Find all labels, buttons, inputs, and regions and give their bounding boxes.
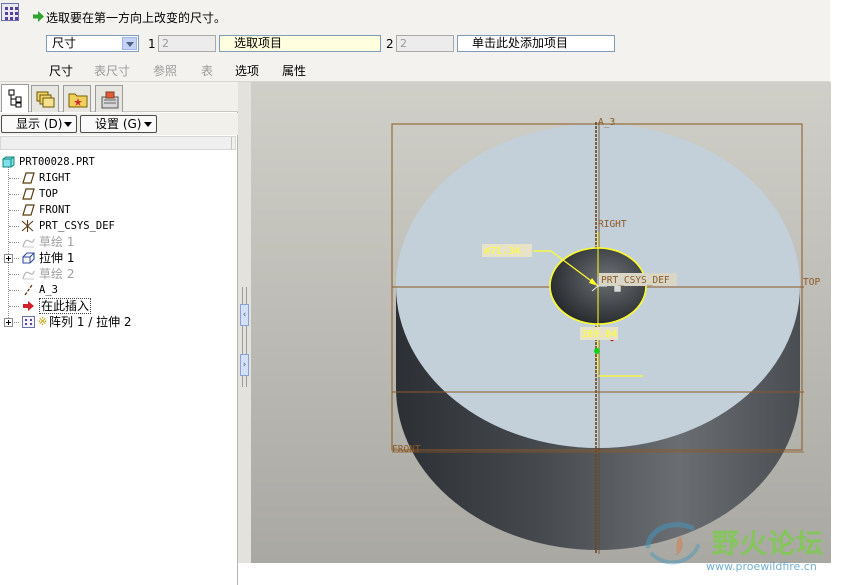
tab-layers[interactable] <box>31 85 59 112</box>
settings-button[interactable]: 设置 (G) <box>80 115 157 133</box>
expand-right-arrow-icon[interactable]: › <box>240 354 249 376</box>
favorites-icon <box>101 91 119 109</box>
tree-item-label: FRONT <box>39 204 71 216</box>
tree-item-front[interactable]: FRONT <box>0 202 236 218</box>
show-button[interactable]: 显示 (D) <box>1 115 77 133</box>
direction2-index: 2 <box>386 37 394 51</box>
datum-label-front: FRONT <box>392 444 421 455</box>
direction1-collector[interactable]: 选取项目 <box>219 35 381 52</box>
tree-item-label: PRT_CSYS_DEF <box>39 220 115 232</box>
diameter-dimension[interactable]: ⌀71.34 <box>484 246 520 257</box>
pattern-feature-icon <box>1 3 19 21</box>
tree-item-right[interactable]: RIGHT <box>0 170 236 186</box>
insert-here-icon <box>23 301 34 311</box>
direction2-collector[interactable]: 单击此处添加项目 <box>457 35 615 52</box>
tab-tables[interactable]: 表 <box>201 62 213 79</box>
navigator-tabs <box>0 82 238 112</box>
status-message: 选取要在第一方向上改变的尺寸。 <box>46 11 227 25</box>
window-margin <box>831 0 854 585</box>
sketch-icon <box>22 238 35 248</box>
tree-item-label: 草绘 1 <box>39 235 75 249</box>
csys-icon <box>21 220 34 232</box>
navigator-panel: 显示 (D) 设置 (G) PRT00028.PRT RIGHT TOP FRO… <box>0 82 238 585</box>
tab-favorites[interactable] <box>95 85 123 112</box>
tree-item-part[interactable]: PRT00028.PRT <box>0 154 236 170</box>
datum-label-top: TOP <box>803 277 820 288</box>
graphics-window[interactable]: A_3 RIGHT TOP FRONT PRT_CSYS_DEF ⌀71.34 … <box>251 82 831 563</box>
model-view[interactable]: A_3 RIGHT TOP FRONT PRT_CSYS_DEF ⌀71.34 … <box>251 82 831 563</box>
tree-item-label: PRT00028.PRT <box>19 156 95 168</box>
sketch-icon <box>22 270 35 280</box>
feature-dashboard: 选取要在第一方向上改变的尺寸。 尺寸 1 2 选取项目 2 2 单击此处添加项目… <box>0 0 830 82</box>
tab-properties[interactable]: 属性 <box>282 62 306 79</box>
csys-label: PRT_CSYS_DEF <box>601 275 670 286</box>
watermark-url: www.proewildfire.cn <box>706 560 817 573</box>
extrude-icon <box>22 252 35 264</box>
watermark-text: 野火论坛 <box>712 529 824 560</box>
navigator-button-bar: 显示 (D) 设置 (G) <box>0 113 238 135</box>
datum-plane-icon <box>22 188 35 200</box>
tree-item-insert-here[interactable]: 在此插入 <box>0 298 236 314</box>
active-feature-mark: ※ <box>38 315 48 328</box>
expand-icon[interactable] <box>4 318 13 327</box>
tab-model-tree[interactable] <box>1 84 29 112</box>
datum-label-right: RIGHT <box>598 219 627 230</box>
watermark-logo-icon <box>645 522 700 565</box>
tree-item-label: TOP <box>39 188 58 200</box>
model-tree-icon <box>8 89 22 108</box>
forum-watermark: 野火论坛 www.proewildfire.cn <box>640 516 840 580</box>
tab-folder-browser[interactable] <box>63 85 91 112</box>
chevron-down-icon[interactable] <box>122 37 137 50</box>
direction1-count-field[interactable]: 2 <box>158 35 216 52</box>
distance-dimension[interactable]: 169.04 <box>581 329 617 340</box>
tree-item-label: 拉伸 1 <box>39 251 75 265</box>
panel-splitter[interactable]: ‹ › <box>238 82 251 563</box>
part-icon <box>2 156 15 168</box>
tree-item-csys[interactable]: PRT_CSYS_DEF <box>0 218 236 234</box>
axis-label-a3: A_3 <box>598 117 615 128</box>
tree-item-label: A_3 <box>39 284 58 296</box>
tab-dimensions[interactable]: 尺寸 <box>49 62 73 79</box>
tree-item-label: 阵列 1 / 拉伸 2 <box>49 315 132 329</box>
tree-item-pattern-1[interactable]: ※ 阵列 1 / 拉伸 2 <box>0 314 236 330</box>
pattern-icon <box>22 316 35 328</box>
direction1-index: 1 <box>148 37 156 51</box>
tree-item-sketch-1[interactable]: 草绘 1 <box>0 234 236 250</box>
tree-column-header <box>0 136 236 150</box>
tree-item-sketch-2[interactable]: 草绘 2 <box>0 266 236 282</box>
pattern-type-value: 尺寸 <box>52 36 77 50</box>
drag-handle-green[interactable] <box>594 348 600 354</box>
tree-item-extrude-1[interactable]: 拉伸 1 <box>0 250 236 266</box>
tree-item-label: 草绘 2 <box>39 267 75 281</box>
datum-plane-icon <box>22 204 35 216</box>
tab-references[interactable]: 参照 <box>153 62 177 79</box>
tree-item-label: RIGHT <box>39 172 71 184</box>
tab-options[interactable]: 选项 <box>235 62 259 79</box>
collapse-left-arrow-icon[interactable]: ‹ <box>240 304 249 326</box>
layers-icon <box>36 91 55 108</box>
message-arrow-icon <box>33 11 44 22</box>
tree-item-axis-a3[interactable]: A_3 <box>0 282 236 298</box>
pattern-type-select[interactable]: 尺寸 <box>46 35 139 52</box>
folder-browser-icon <box>68 93 88 108</box>
tab-table-dimensions[interactable]: 表尺寸 <box>94 62 130 79</box>
datum-plane-icon <box>22 172 35 184</box>
datum-axis-icon <box>24 284 33 296</box>
direction2-count-field[interactable]: 2 <box>396 35 454 52</box>
tree-item-top[interactable]: TOP <box>0 186 236 202</box>
expand-icon[interactable] <box>4 254 13 263</box>
tree-item-label: 在此插入 <box>39 298 92 314</box>
